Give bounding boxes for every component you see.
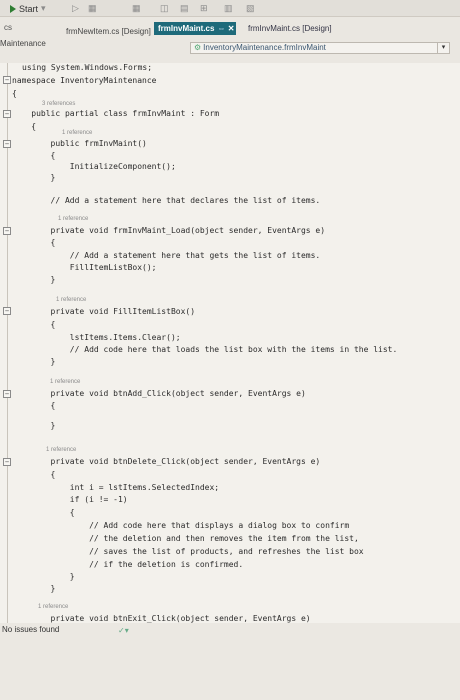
code-line: private void frmInvMaint_Load(object sen… bbox=[12, 226, 326, 235]
close-icon[interactable]: ✕ bbox=[228, 22, 235, 35]
code-line: private void btnAdd_Click(object sender,… bbox=[12, 389, 306, 398]
code-line: } bbox=[12, 584, 56, 593]
tab-frmnewitem-design[interactable]: frmNewItem.cs [Design] bbox=[62, 25, 155, 38]
codelens-references[interactable]: 1 reference bbox=[56, 297, 86, 303]
code-line: if (i != -1) bbox=[12, 495, 128, 504]
codelens-references[interactable]: 1 reference bbox=[62, 130, 92, 136]
code-line: { bbox=[12, 238, 56, 247]
code-line: { bbox=[12, 470, 56, 479]
code-line: lstItems.Items.Clear(); bbox=[12, 333, 181, 342]
collapse-icon[interactable]: − bbox=[3, 390, 11, 398]
collapse-icon[interactable]: − bbox=[3, 110, 11, 118]
code-line: } bbox=[12, 357, 56, 366]
class-icon: ⚙ bbox=[194, 43, 202, 52]
codelens-references[interactable]: 3 references bbox=[42, 101, 75, 107]
collapse-icon[interactable]: − bbox=[3, 307, 11, 315]
play-icon bbox=[10, 4, 16, 13]
code-line: { bbox=[12, 151, 56, 160]
start-button[interactable]: Start ▾ bbox=[10, 3, 46, 14]
toolbar-icon-8[interactable]: ▧ bbox=[246, 3, 255, 14]
tab-frminvmaint-cs[interactable]: frmInvMaint.cs ⇔ ✕ bbox=[154, 22, 237, 35]
code-line: int i = lstItems.SelectedIndex; bbox=[12, 483, 220, 492]
code-editor[interactable]: using System.Windows.Forms; − namespace … bbox=[0, 63, 460, 623]
code-line: } bbox=[12, 572, 75, 581]
main-toolbar: Start ▾ ▷ ▦ ▦ ◫ ▤ ⊞ ▥ ▧ bbox=[0, 0, 460, 17]
project-dropdown-label[interactable]: Maintenance bbox=[0, 39, 46, 48]
member-navigation-dropdown[interactable]: ⚙ InventoryMaintenance.frmInvMaint ▾ bbox=[190, 42, 450, 54]
tab-frminvmaint-design[interactable]: frmInvMaint.cs [Design] bbox=[244, 22, 336, 35]
issues-status[interactable]: No issues found bbox=[2, 625, 59, 634]
code-line: // the deletion and then removes the ite… bbox=[12, 534, 359, 543]
codelens-references[interactable]: 1 reference bbox=[50, 379, 80, 385]
toolbar-icon-5[interactable]: ▤ bbox=[180, 3, 189, 14]
code-line: public partial class frmInvMaint : Form bbox=[12, 109, 220, 118]
code-line: namespace InventoryMaintenance bbox=[12, 76, 157, 85]
code-line: { bbox=[12, 122, 37, 131]
collapse-icon[interactable]: − bbox=[3, 458, 11, 466]
code-line: // Add code here that displays a dialog … bbox=[12, 521, 350, 530]
toolbar-icon-1[interactable]: ▷ bbox=[72, 3, 79, 14]
editor-status-bar: No issues found ✓▾ bbox=[0, 623, 460, 700]
collapse-icon[interactable]: − bbox=[3, 76, 11, 84]
toolbar-icon-7[interactable]: ▥ bbox=[224, 3, 233, 14]
toolbar-icon-4[interactable]: ◫ bbox=[160, 3, 169, 14]
code-line: // Add a statement here that declares th… bbox=[12, 196, 321, 205]
start-label: Start bbox=[19, 3, 39, 14]
code-line: } bbox=[12, 173, 56, 182]
document-tab-bar: cs frmNewItem.cs [Design] frmInvMaint.cs… bbox=[0, 17, 460, 63]
code-line: { bbox=[12, 320, 56, 329]
toolbar-icon-3[interactable]: ▦ bbox=[132, 3, 141, 14]
member-navigation-value: InventoryMaintenance.frmInvMaint bbox=[203, 43, 326, 52]
collapse-icon[interactable]: − bbox=[3, 227, 11, 235]
code-line: // Add code here that loads the list box… bbox=[12, 345, 398, 354]
collapse-icon[interactable]: − bbox=[3, 140, 11, 148]
start-dropdown-icon[interactable]: ▾ bbox=[41, 3, 46, 14]
codelens-references[interactable]: 1 reference bbox=[38, 604, 68, 610]
check-icon[interactable]: ✓▾ bbox=[118, 626, 129, 635]
tab-active-label: frmInvMaint.cs bbox=[158, 24, 215, 33]
code-line: { bbox=[12, 89, 17, 98]
code-line: { bbox=[12, 401, 56, 410]
code-line: private void btnDelete_Click(object send… bbox=[12, 457, 321, 466]
tab-left-doc[interactable]: cs bbox=[0, 21, 16, 34]
code-line: private void FillItemListBox() bbox=[12, 307, 196, 316]
code-line: } bbox=[12, 421, 56, 430]
chevron-down-icon[interactable]: ▾ bbox=[437, 43, 449, 53]
code-line: FillItemListBox(); bbox=[12, 263, 157, 272]
codelens-references[interactable]: 1 reference bbox=[46, 447, 76, 453]
code-line: } bbox=[12, 275, 56, 284]
code-line: private void btnExit_Click(object sender… bbox=[12, 614, 311, 623]
pin-icon[interactable]: ⇔ bbox=[217, 22, 225, 35]
code-line: // saves the list of products, and refre… bbox=[12, 547, 364, 556]
toolbar-icon-2[interactable]: ▦ bbox=[88, 3, 97, 14]
code-line: // Add a statement here that gets the li… bbox=[12, 251, 321, 260]
code-line: public frmInvMaint() bbox=[12, 139, 147, 148]
code-line: using System.Windows.Forms; bbox=[22, 63, 153, 72]
code-line: // if the deletion is confirmed. bbox=[12, 560, 244, 569]
code-line: { bbox=[12, 508, 75, 517]
toolbar-icon-6[interactable]: ⊞ bbox=[200, 3, 208, 14]
code-line: InitializeComponent(); bbox=[12, 162, 176, 171]
codelens-references[interactable]: 1 reference bbox=[58, 216, 88, 222]
